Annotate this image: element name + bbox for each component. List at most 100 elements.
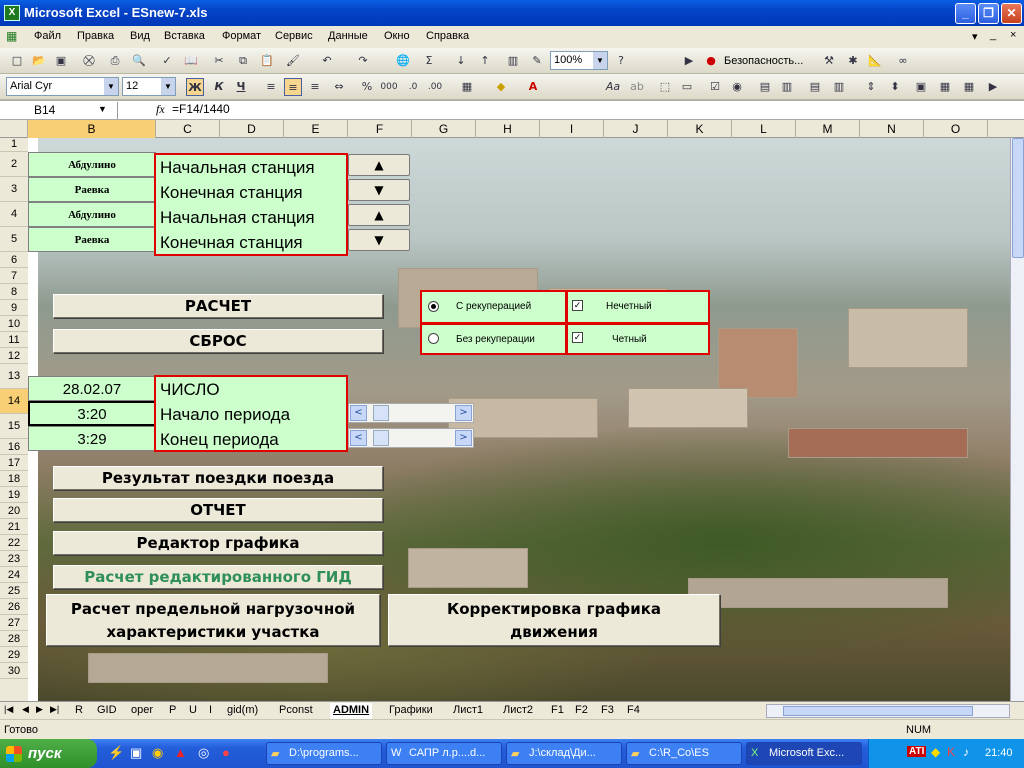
row-header[interactable]: 23 [0, 551, 28, 567]
row-header[interactable]: 30 [0, 663, 28, 679]
increase-decimal-icon[interactable]: .0 [404, 78, 422, 96]
row-header[interactable]: 18 [0, 471, 28, 487]
checkbox-control-icon[interactable]: ☑ [706, 78, 724, 96]
col-header[interactable]: O [924, 120, 988, 138]
bold-button[interactable]: Ж [186, 78, 204, 96]
listbox-control-icon[interactable]: ▤ [756, 78, 774, 96]
taskbar-item-active[interactable]: X Microsoft Exc... [746, 742, 862, 765]
limit-characteristic-button[interactable]: Расчет предельной нагрузочной характерис… [46, 594, 380, 646]
end-time-cell[interactable]: 3:29 [28, 426, 156, 451]
checkbox-checked-icon[interactable]: ✓ [572, 300, 583, 311]
tools-icon[interactable]: ✱ [844, 52, 862, 70]
row-header[interactable]: 28 [0, 631, 28, 647]
menu-window[interactable]: Окно [384, 30, 410, 42]
row-header[interactable]: 15 [0, 414, 28, 439]
calc-gid-button[interactable]: Расчет редактированного ГИД [53, 565, 383, 589]
doc-close-button[interactable]: × [1010, 29, 1016, 41]
sheet-tab-active[interactable]: ADMIN [330, 703, 373, 719]
col-header[interactable]: C [156, 120, 220, 138]
toggle-grid-icon[interactable]: ▦ [960, 78, 978, 96]
spinner-control-icon[interactable]: ⬍ [886, 78, 904, 96]
shield-icon[interactable]: ◆ [931, 745, 940, 759]
col-header[interactable]: L [732, 120, 796, 138]
sort-desc-icon[interactable]: ↑ [476, 52, 494, 70]
row-header[interactable]: 8 [0, 284, 28, 300]
font-combo[interactable]: Arial Cyr ▼ [6, 77, 119, 96]
paste-icon[interactable]: 📋 [258, 52, 276, 70]
record-icon[interactable]: ● [702, 52, 720, 70]
row-header[interactable]: 17 [0, 455, 28, 471]
align-center-icon[interactable]: ≡ [284, 78, 302, 96]
col-header[interactable]: J [604, 120, 668, 138]
align-right-icon[interactable]: ≡ [306, 78, 324, 96]
zoom-combo[interactable]: 100% ▼ [550, 51, 608, 70]
row-header[interactable]: 26 [0, 599, 28, 615]
start-time-scrollbar[interactable]: < > [348, 403, 474, 423]
thousands-button[interactable]: 000 [380, 78, 398, 96]
col-header[interactable]: E [284, 120, 348, 138]
menu-insert[interactable]: Вставка [164, 30, 205, 42]
sheet-tab[interactable]: oper [128, 703, 156, 719]
control-properties-icon[interactable]: ▣ [912, 78, 930, 96]
horizontal-scroll-thumb[interactable] [783, 706, 973, 716]
sheet-tab[interactable]: Лист1 [450, 703, 486, 719]
redo-icon[interactable]: ↷ [354, 52, 372, 70]
row-header[interactable]: 24 [0, 567, 28, 583]
help-dropdown-icon[interactable]: ▾ [972, 30, 978, 43]
zoom-dropdown-icon[interactable]: ▼ [593, 52, 607, 69]
report-button[interactable]: ОТЧЕТ [53, 498, 383, 522]
sheet-tab[interactable]: GID [94, 703, 120, 719]
format-text-icon[interactable]: Aa [604, 78, 622, 96]
quicklaunch-icon[interactable]: ⚡ [108, 745, 124, 761]
graph-editor-button[interactable]: Редактор графика [53, 531, 383, 555]
sheet-tab[interactable]: F2 [572, 703, 591, 719]
opera-icon[interactable]: ● [222, 745, 230, 760]
copy-icon[interactable]: ⧉ [234, 52, 252, 70]
label-icon[interactable]: ab [628, 78, 646, 96]
design-icon[interactable]: 📐 [866, 52, 884, 70]
align-left-icon[interactable]: ≡ [262, 78, 280, 96]
spelling-icon[interactable]: ✓ [158, 52, 176, 70]
security-button[interactable]: Безопасность... [724, 55, 803, 67]
row-header[interactable]: 21 [0, 519, 28, 535]
percent-button[interactable]: % [358, 78, 376, 96]
start-time-cell[interactable]: 3:20 [28, 401, 156, 426]
scroll-thumb[interactable] [373, 430, 389, 446]
scrollbar-control-icon[interactable]: ⇕ [862, 78, 880, 96]
format-painter-icon[interactable]: 🖌 [284, 52, 302, 70]
col-header[interactable]: B [28, 120, 156, 138]
row-header[interactable]: 14 [0, 389, 28, 414]
sheet-tab[interactable]: Pconst [276, 703, 316, 719]
italic-button[interactable]: К [210, 78, 228, 96]
row-header[interactable]: 27 [0, 615, 28, 631]
save-icon[interactable]: ▣ [52, 52, 70, 70]
scroll-left-icon[interactable]: < [350, 405, 367, 421]
row-header[interactable]: 11 [0, 332, 28, 348]
start-station-cell[interactable]: Абдулино [28, 202, 156, 227]
taskbar-item[interactable]: ▰ C:\R_Co\ES [626, 742, 742, 765]
end-station-cell[interactable]: Раевка [28, 227, 156, 252]
reset-button[interactable]: СБРОС [53, 329, 383, 353]
menu-edit[interactable]: Правка [77, 30, 114, 42]
autosum-icon[interactable]: Σ [420, 52, 438, 70]
menu-help[interactable]: Справка [426, 30, 469, 42]
odd-option[interactable]: ✓ Нечетный [568, 292, 708, 322]
font-color-icon[interactable]: A [524, 78, 542, 96]
row-header[interactable]: 29 [0, 647, 28, 663]
sheet-tab[interactable]: Графики [386, 703, 436, 719]
radio-selected-icon[interactable] [428, 301, 439, 312]
correct-schedule-button[interactable]: Корректировка графика движения [388, 594, 720, 646]
run-dialog-icon[interactable]: ▶ [984, 78, 1002, 96]
option-control-icon[interactable]: ◉ [728, 78, 746, 96]
combolist-control-icon[interactable]: ▤ [806, 78, 824, 96]
station-down-button[interactable]: ▼ [348, 179, 410, 201]
row-header[interactable]: 1 [0, 138, 28, 152]
even-option[interactable]: ✓ Четный [568, 325, 708, 353]
font-dropdown-icon[interactable]: ▼ [104, 78, 118, 95]
trip-result-button[interactable]: Результат поездки поезда [53, 466, 383, 490]
start-button[interactable]: пуск [0, 739, 97, 768]
kaspersky-icon[interactable]: K [947, 745, 955, 759]
date-cell[interactable]: 28.02.07 [28, 376, 156, 401]
end-time-scrollbar[interactable]: < > [348, 428, 474, 448]
sheet-tab[interactable]: Лист2 [500, 703, 536, 719]
